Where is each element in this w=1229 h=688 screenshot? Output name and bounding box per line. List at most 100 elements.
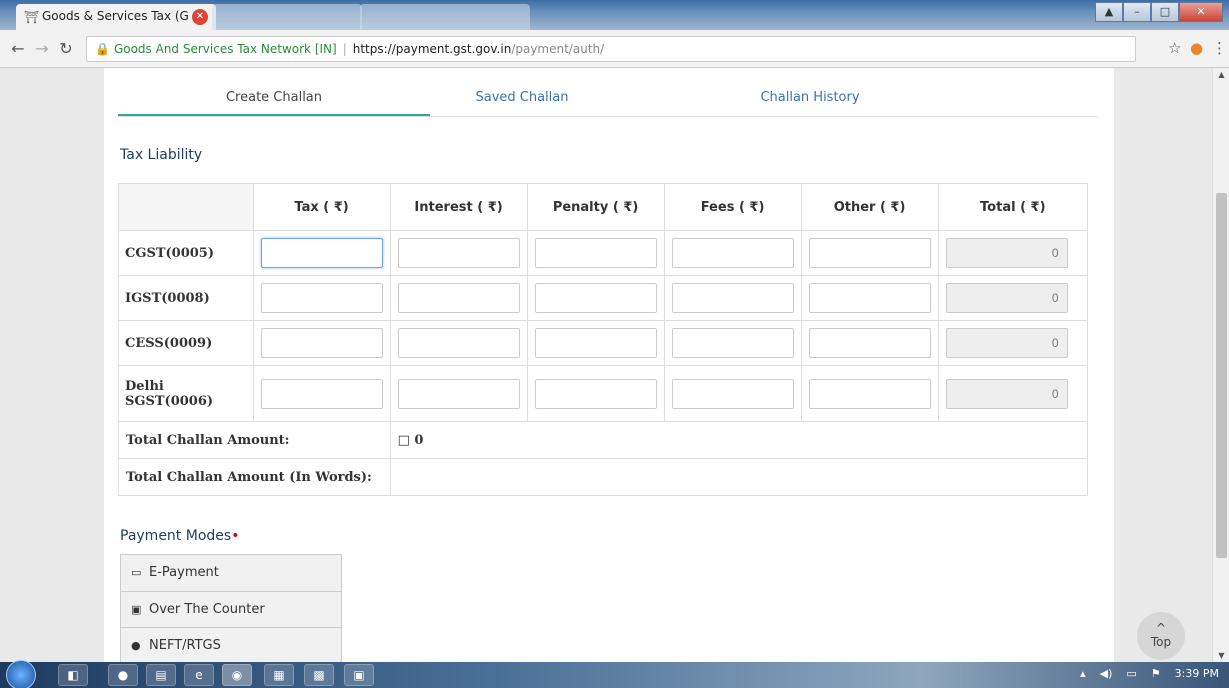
table-cell <box>663 320 802 366</box>
cgst-total-field <box>945 238 1068 268</box>
column-header-penalty: Penalty ( ₹) <box>526 183 665 231</box>
scrollbar-thumb[interactable] <box>1216 193 1227 558</box>
column-header-fees: Fees ( ₹) <box>663 183 802 231</box>
browser-tab-3[interactable] <box>360 4 530 30</box>
taskbar-folder-icon[interactable]: ▤ <box>146 664 176 686</box>
total-amount-value: □ 0 <box>389 421 1089 459</box>
url-field[interactable]: 🔒 Goods And Services Tax Network [IN] | htt… <box>86 36 1136 62</box>
tab-create-challan[interactable]: Create Challan <box>118 80 430 116</box>
cess-fees-input[interactable] <box>671 328 794 358</box>
igst-other-input[interactable] <box>808 283 931 313</box>
table-cell <box>663 230 802 276</box>
taskbar-app-icon[interactable]: ▣ <box>344 664 374 686</box>
cess-other-input[interactable] <box>808 328 931 358</box>
cess-tax-input[interactable] <box>260 328 383 358</box>
table-cell <box>526 320 665 366</box>
table-cell <box>389 320 528 366</box>
scroll-top-label: Top <box>1150 635 1172 649</box>
tab-challan-history[interactable]: Challan History <box>614 80 1006 116</box>
cgst-interest-input[interactable] <box>397 238 520 268</box>
sgst-interest-input[interactable] <box>397 378 520 409</box>
taskbar-app-icon[interactable]: ▦ <box>264 664 294 686</box>
table-cell <box>526 365 665 422</box>
taskbar-app-icon[interactable]: ◧ <box>58 664 88 686</box>
igst-penalty-input[interactable] <box>534 283 657 313</box>
window-close-icon[interactable]: ✕ <box>1179 2 1223 22</box>
payment-mode-epayment[interactable]: ▭ E-Payment <box>121 555 341 591</box>
window-minimize-icon[interactable]: – <box>1123 2 1151 22</box>
menu-kebab-icon[interactable]: ⋮ <box>1212 39 1227 57</box>
window-controls: ▲ – □ ✕ <box>1095 2 1223 22</box>
payment-mode-neft-rtgs[interactable]: ● NEFT/RTGS <box>121 627 341 662</box>
page-viewport: Create Challan Saved Challan Challan His… <box>0 68 1229 662</box>
address-bar: ← → ↻ 🔒 Goods And Services Tax Network [I… <box>0 30 1229 68</box>
taskbar-chrome-icon[interactable]: ◉ <box>222 664 252 686</box>
flag-icon[interactable]: ⚑ <box>1151 667 1161 680</box>
tab-close-icon[interactable]: ✕ <box>192 9 208 25</box>
window-restore-icon[interactable]: ▲ <box>1095 2 1123 22</box>
payment-modes-label: Payment Modes <box>120 528 232 544</box>
sgst-tax-input[interactable] <box>260 378 383 409</box>
table-cell <box>937 365 1089 422</box>
cess-interest-input[interactable] <box>397 328 520 358</box>
table-cell <box>526 275 665 321</box>
table-row: Delhi SGST(0006) <box>118 365 1089 422</box>
start-button[interactable] <box>6 660 36 688</box>
cgst-fees-input[interactable] <box>671 238 794 268</box>
cess-penalty-input[interactable] <box>534 328 657 358</box>
scroll-top-button[interactable]: ^ Top <box>1137 612 1185 660</box>
scroll-down-arrow-icon[interactable]: ▼ <box>1213 651 1229 660</box>
igst-fees-input[interactable] <box>671 283 794 313</box>
browser-tab-active[interactable]: ⛩ Goods & Services Tax (G ✕ <box>16 4 216 30</box>
tray-up-arrow-icon[interactable]: ▴ <box>1080 667 1086 680</box>
payment-mode-over-the-counter[interactable]: ▣ Over The Counter <box>121 591 341 627</box>
cgst-penalty-input[interactable] <box>534 238 657 268</box>
globe-icon: ● <box>131 639 141 652</box>
tab-saved-challan[interactable]: Saved Challan <box>430 80 614 116</box>
taskbar-app-icon[interactable]: ● <box>108 664 138 686</box>
table-cell <box>252 365 391 422</box>
sgst-other-input[interactable] <box>808 378 931 409</box>
taskbar-ie-icon[interactable]: e <box>184 664 214 686</box>
bookmark-star-icon[interactable]: ☆ <box>1168 39 1181 57</box>
cgst-tax-input[interactable] <box>260 238 383 268</box>
table-cell <box>252 230 391 276</box>
row-label-cess: CESS(0009) <box>118 320 254 366</box>
back-arrow-icon[interactable]: ← <box>8 39 28 58</box>
cgst-other-input[interactable] <box>808 238 931 268</box>
sgst-total-field <box>945 378 1068 409</box>
cess-total-field <box>945 328 1068 358</box>
scroll-up-arrow-icon[interactable]: ▲ <box>1213 70 1229 79</box>
system-tray: ▴ ◀) ▭ ⚑ 3:39 PM <box>1080 667 1219 680</box>
challan-tabs: Create Challan Saved Challan Challan His… <box>118 80 1098 117</box>
browser-tab-2[interactable] <box>212 4 362 30</box>
payment-mode-label: E-Payment <box>149 565 219 580</box>
table-header-row: Tax ( ₹) Interest ( ₹) Penalty ( ₹) Fees… <box>118 183 1089 231</box>
table-cell <box>800 320 939 366</box>
required-mark: • <box>231 528 240 544</box>
reload-icon[interactable]: ↻ <box>56 39 76 58</box>
volume-icon[interactable]: ◀) <box>1100 667 1113 680</box>
total-words-label: Total Challan Amount (In Words): <box>118 458 391 496</box>
table-cell <box>663 365 802 422</box>
url-host: https://payment.gst.gov.in <box>352 42 512 56</box>
network-icon[interactable]: ▭ <box>1126 667 1136 680</box>
igst-interest-input[interactable] <box>397 283 520 313</box>
sgst-penalty-input[interactable] <box>534 378 657 409</box>
browser-tab-title: Goods & Services Tax (G <box>42 9 189 23</box>
forward-arrow-icon[interactable]: → <box>32 39 52 58</box>
extension-icon[interactable]: ● <box>1190 39 1203 57</box>
row-label-igst: IGST(0008) <box>118 275 254 321</box>
column-header-tax: Tax ( ₹) <box>252 183 391 231</box>
table-cell <box>389 365 528 422</box>
table-cell <box>800 365 939 422</box>
clock[interactable]: 3:39 PM <box>1175 667 1219 680</box>
window-maximize-icon[interactable]: □ <box>1151 2 1179 22</box>
taskbar-excel-icon[interactable]: ▩ <box>304 664 334 686</box>
page-scrollbar[interactable]: ▲ ▼ <box>1212 68 1229 662</box>
sgst-fees-input[interactable] <box>671 378 794 409</box>
gst-favicon-icon: ⛩ <box>24 10 40 24</box>
column-header-interest: Interest ( ₹) <box>389 183 528 231</box>
igst-tax-input[interactable] <box>260 283 383 313</box>
lock-icon: 🔒 <box>95 42 110 56</box>
